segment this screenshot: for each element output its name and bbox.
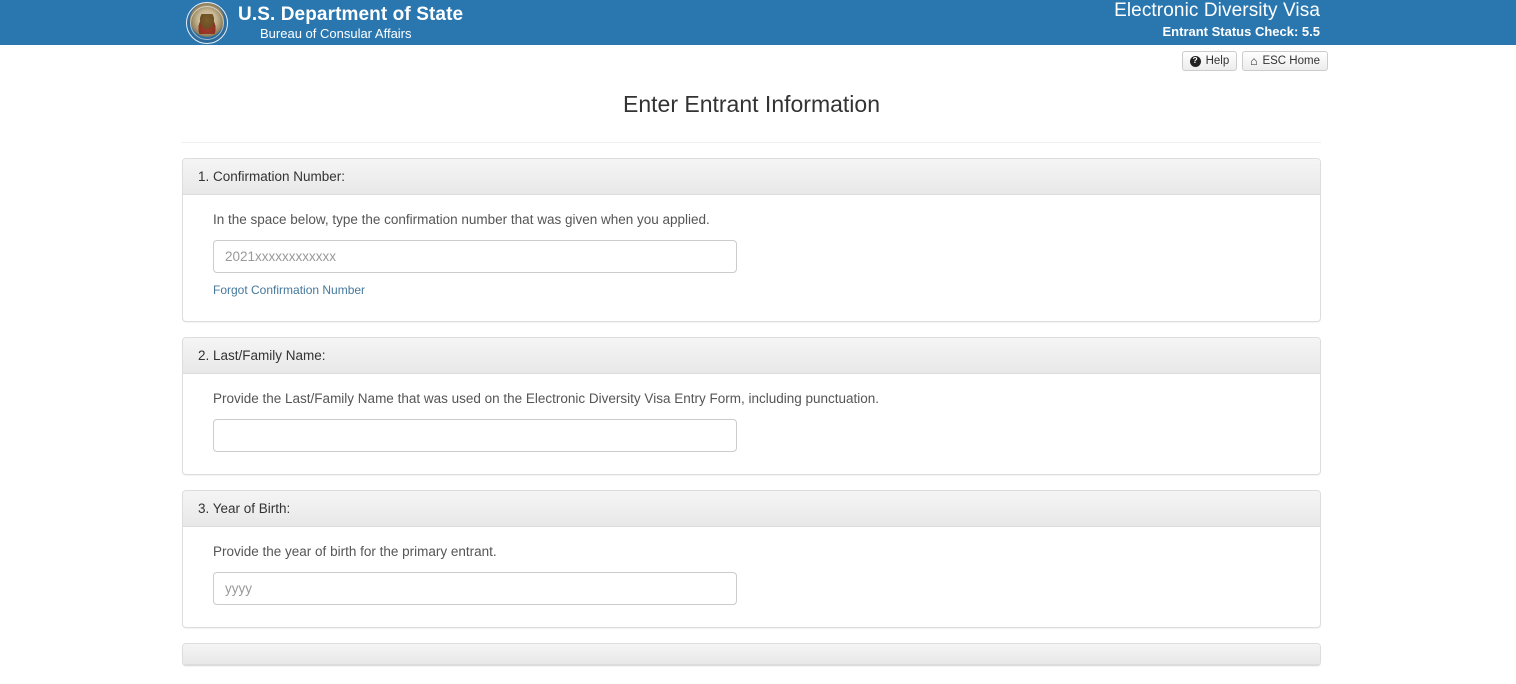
title-divider (182, 142, 1321, 143)
year-of-birth-description: Provide the year of birth for the primar… (213, 544, 1290, 559)
panel-heading-confirmation-number: 1. Confirmation Number: (183, 159, 1320, 195)
agency-bureau: Bureau of Consular Affairs (238, 27, 463, 41)
year-of-birth-input[interactable] (213, 572, 737, 605)
home-icon: ⌂ (1250, 55, 1257, 67)
question-circle-icon: ? (1190, 56, 1201, 67)
page-title: Enter Entrant Information (182, 45, 1321, 118)
page-container: Enter Entrant Information 1. Confirmatio… (182, 45, 1321, 666)
panel-body-last-family-name: Provide the Last/Family Name that was us… (183, 374, 1320, 474)
agency-brand-text: U.S. Department of State Bureau of Consu… (238, 5, 463, 41)
panel-next-section-partial (182, 643, 1321, 666)
help-button-label: Help (1206, 55, 1230, 67)
panel-heading-year-of-birth: 3. Year of Birth: (183, 491, 1320, 527)
panel-body-confirmation-number: In the space below, type the confirmatio… (183, 195, 1320, 321)
panel-heading-last-family-name: 2. Last/Family Name: (183, 338, 1320, 374)
site-banner: U.S. Department of State Bureau of Consu… (0, 0, 1516, 45)
agency-name: U.S. Department of State (238, 5, 463, 25)
last-family-name-input[interactable] (213, 419, 737, 452)
agency-brand: U.S. Department of State Bureau of Consu… (186, 2, 463, 44)
confirmation-number-input[interactable] (213, 240, 737, 273)
application-name: Electronic Diversity Visa (1114, 1, 1320, 22)
help-button[interactable]: ? Help (1182, 51, 1238, 71)
panel-confirmation-number: 1. Confirmation Number: In the space bel… (182, 158, 1321, 322)
esc-home-button-label: ESC Home (1262, 55, 1320, 67)
panel-year-of-birth: 3. Year of Birth: Provide the year of bi… (182, 490, 1321, 628)
panel-body-year-of-birth: Provide the year of birth for the primar… (183, 527, 1320, 627)
us-department-of-state-seal-icon (186, 2, 228, 44)
forgot-confirmation-number-link[interactable]: Forgot Confirmation Number (213, 283, 365, 297)
application-title: Electronic Diversity Visa Entrant Status… (1114, 1, 1320, 39)
panel-last-family-name: 2. Last/Family Name: Provide the Last/Fa… (182, 337, 1321, 475)
confirmation-number-description: In the space below, type the confirmatio… (213, 212, 1290, 227)
application-subtitle: Entrant Status Check: 5.5 (1114, 25, 1320, 39)
last-family-name-description: Provide the Last/Family Name that was us… (213, 391, 1290, 406)
esc-home-button[interactable]: ⌂ ESC Home (1242, 51, 1328, 71)
panel-heading-next-section-partial (183, 644, 1320, 665)
utility-toolbar: ? Help ⌂ ESC Home (1182, 51, 1328, 71)
